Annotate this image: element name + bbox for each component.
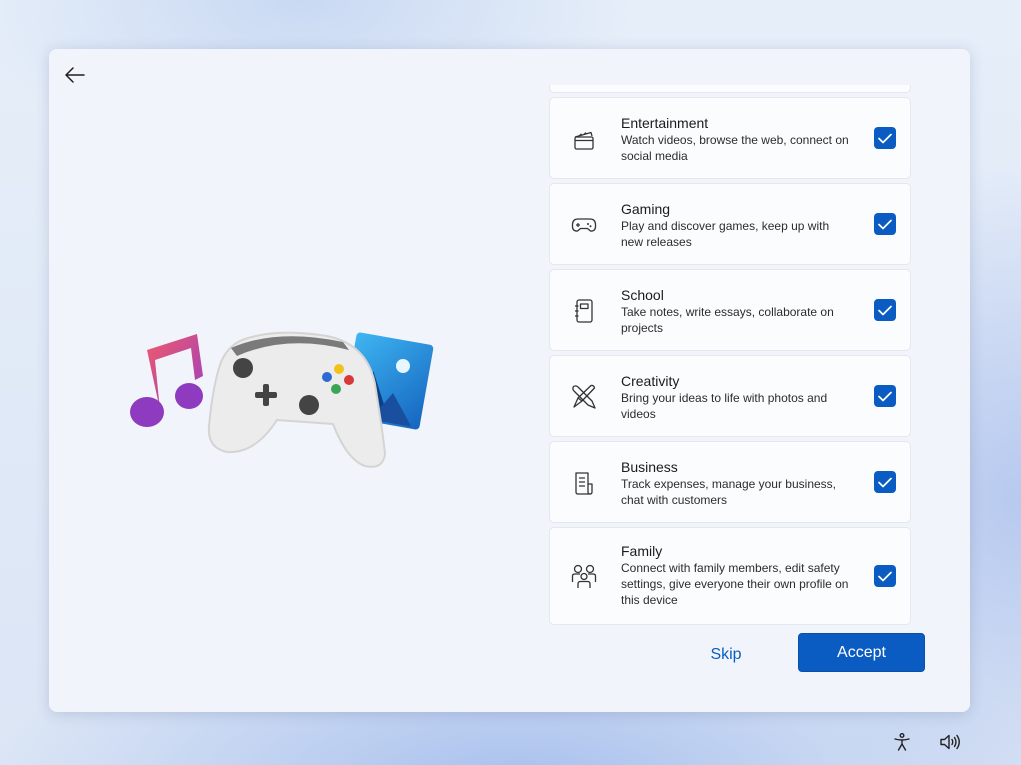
category-checkbox[interactable] [874, 385, 896, 407]
category-card-school[interactable]: School Take notes, write essays, collabo… [549, 269, 911, 351]
checkmark-icon [878, 305, 892, 315]
game-controller-icon [207, 331, 387, 468]
category-checkbox[interactable] [874, 471, 896, 493]
category-checkbox[interactable] [874, 299, 896, 321]
category-description: Watch videos, browse the web, connect on… [621, 133, 849, 163]
pen-brush-icon [570, 383, 598, 411]
volume-icon[interactable] [938, 730, 962, 754]
accept-button[interactable]: Accept [798, 633, 925, 672]
skip-button[interactable]: Skip [689, 637, 763, 673]
category-title: Entertainment [621, 115, 709, 131]
document-icon [570, 469, 598, 497]
arrow-left-icon [65, 67, 85, 83]
category-description: Bring your ideas to life with photos and… [621, 391, 828, 421]
back-button[interactable] [63, 63, 87, 87]
category-checkbox[interactable] [874, 127, 896, 149]
category-card-partial [549, 85, 911, 93]
category-list[interactable]: Entertainment Watch videos, browse the w… [549, 85, 913, 626]
category-title: Gaming [621, 201, 671, 217]
gamepad-icon [570, 211, 598, 239]
music-note-icon [130, 334, 203, 427]
accessibility-icon[interactable] [890, 730, 914, 754]
notebook-icon [570, 297, 598, 325]
checkmark-icon [878, 391, 892, 401]
category-card-family[interactable]: Family Connect with family members, edit… [549, 527, 911, 625]
category-title: Creativity [621, 373, 680, 389]
checkmark-icon [878, 133, 892, 143]
people-icon [570, 562, 598, 590]
clapperboard-icon [570, 126, 598, 154]
category-description: Connect with family members, edit safety… [621, 561, 849, 607]
category-card-business[interactable]: Business Track expenses, manage your bus… [549, 441, 911, 523]
category-checkbox[interactable] [874, 213, 896, 235]
category-title: School [621, 287, 664, 303]
checkmark-icon [878, 219, 892, 229]
checkmark-icon [878, 571, 892, 581]
category-card-creativity[interactable]: Creativity Bring your ideas to life with… [549, 355, 911, 437]
category-description: Take notes, write essays, collaborate on… [621, 305, 834, 335]
category-title: Family [621, 543, 663, 559]
category-card-gaming[interactable]: Gaming Play and discover games, keep up … [549, 183, 911, 265]
category-description: Track expenses, manage your business, ch… [621, 477, 836, 507]
device-usage-illustration [130, 331, 434, 468]
category-card-entertainment[interactable]: Entertainment Watch videos, browse the w… [549, 97, 911, 179]
category-description: Play and discover games, keep up with ne… [621, 219, 830, 249]
checkmark-icon [878, 477, 892, 487]
oobe-window: Entertainment Watch videos, browse the w… [49, 49, 970, 712]
category-checkbox[interactable] [874, 565, 896, 587]
category-title: Business [621, 459, 678, 475]
